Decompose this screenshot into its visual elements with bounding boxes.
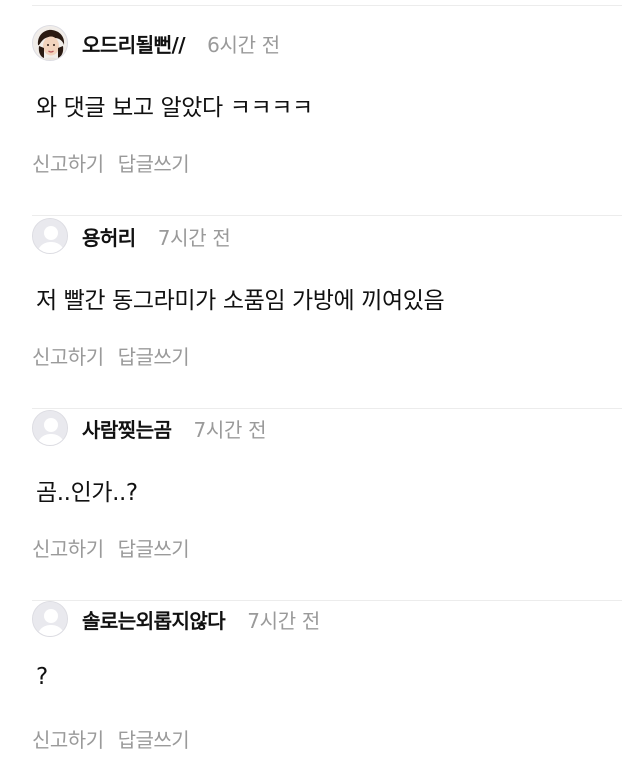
user-photo-avatar[interactable] — [32, 25, 68, 61]
comment-time: 7시간 전 — [157, 225, 231, 250]
comment-header: 솔로는외롭지않다 7시간 전 — [32, 600, 320, 638]
comment-header: 오드리될뻔// 6시간 전 — [32, 24, 280, 62]
report-button[interactable]: 신고하기 — [32, 148, 104, 177]
divider — [32, 215, 622, 216]
comment-author[interactable]: 오드리될뻔// — [82, 29, 186, 58]
comment-author[interactable]: 사람찢는곰 — [82, 414, 172, 443]
reply-button[interactable]: 답글쓰기 — [118, 724, 190, 753]
reply-button[interactable]: 답글쓰기 — [118, 533, 190, 562]
comment-item: 사람찢는곰 7시간 전 곰..인가..? 신고하기 답글쓰기 — [32, 409, 622, 601]
comment-actions: 신고하기 답글쓰기 — [32, 533, 190, 562]
report-button[interactable]: 신고하기 — [32, 724, 104, 753]
user-default-avatar[interactable] — [32, 601, 68, 637]
default-avatar-icon — [33, 602, 67, 636]
comment-time: 7시간 전 — [193, 417, 267, 442]
default-avatar-icon — [33, 219, 67, 253]
comment-header: 용허리 7시간 전 — [32, 217, 231, 255]
user-default-avatar[interactable] — [32, 410, 68, 446]
report-button[interactable]: 신고하기 — [32, 533, 104, 562]
comment-author[interactable]: 용허리 — [82, 222, 136, 251]
comment-actions: 신고하기 답글쓰기 — [32, 148, 190, 177]
comment-time: 6시간 전 — [207, 32, 280, 57]
photo-avatar-icon — [33, 26, 67, 60]
comment-header: 사람찢는곰 7시간 전 — [32, 409, 267, 447]
comment-text: 와 댓글 보고 알았다 ㅋㅋㅋㅋ — [36, 95, 313, 121]
divider — [32, 5, 622, 6]
reply-button[interactable]: 답글쓰기 — [118, 341, 190, 370]
comment-text: ? — [36, 664, 48, 690]
comment-text: 곰..인가..? — [36, 480, 138, 506]
comment-text: 저 빨간 동그라미가 소품임 가방에 끼여있음 — [36, 288, 445, 314]
user-default-avatar[interactable] — [32, 218, 68, 254]
comment-item: 오드리될뻔// 6시간 전 와 댓글 보고 알았다 ㅋㅋㅋㅋ 신고하기 답글쓰기 — [32, 24, 622, 216]
comment-item: 솔로는외롭지않다 7시간 전 ? 신고하기 답글쓰기 — [32, 600, 622, 768]
comment-actions: 신고하기 답글쓰기 — [32, 341, 190, 370]
comment-actions: 신고하기 답글쓰기 — [32, 724, 190, 753]
report-button[interactable]: 신고하기 — [32, 341, 104, 370]
comment-author[interactable]: 솔로는외롭지않다 — [82, 605, 226, 634]
comment-item: 용허리 7시간 전 저 빨간 동그라미가 소품임 가방에 끼여있음 신고하기 답… — [32, 217, 622, 409]
comment-list: 오드리될뻔// 6시간 전 와 댓글 보고 알았다 ㅋㅋㅋㅋ 신고하기 답글쓰기… — [0, 0, 622, 768]
reply-button[interactable]: 답글쓰기 — [118, 148, 190, 177]
default-avatar-icon — [33, 411, 67, 445]
comment-time: 7시간 전 — [247, 608, 320, 633]
